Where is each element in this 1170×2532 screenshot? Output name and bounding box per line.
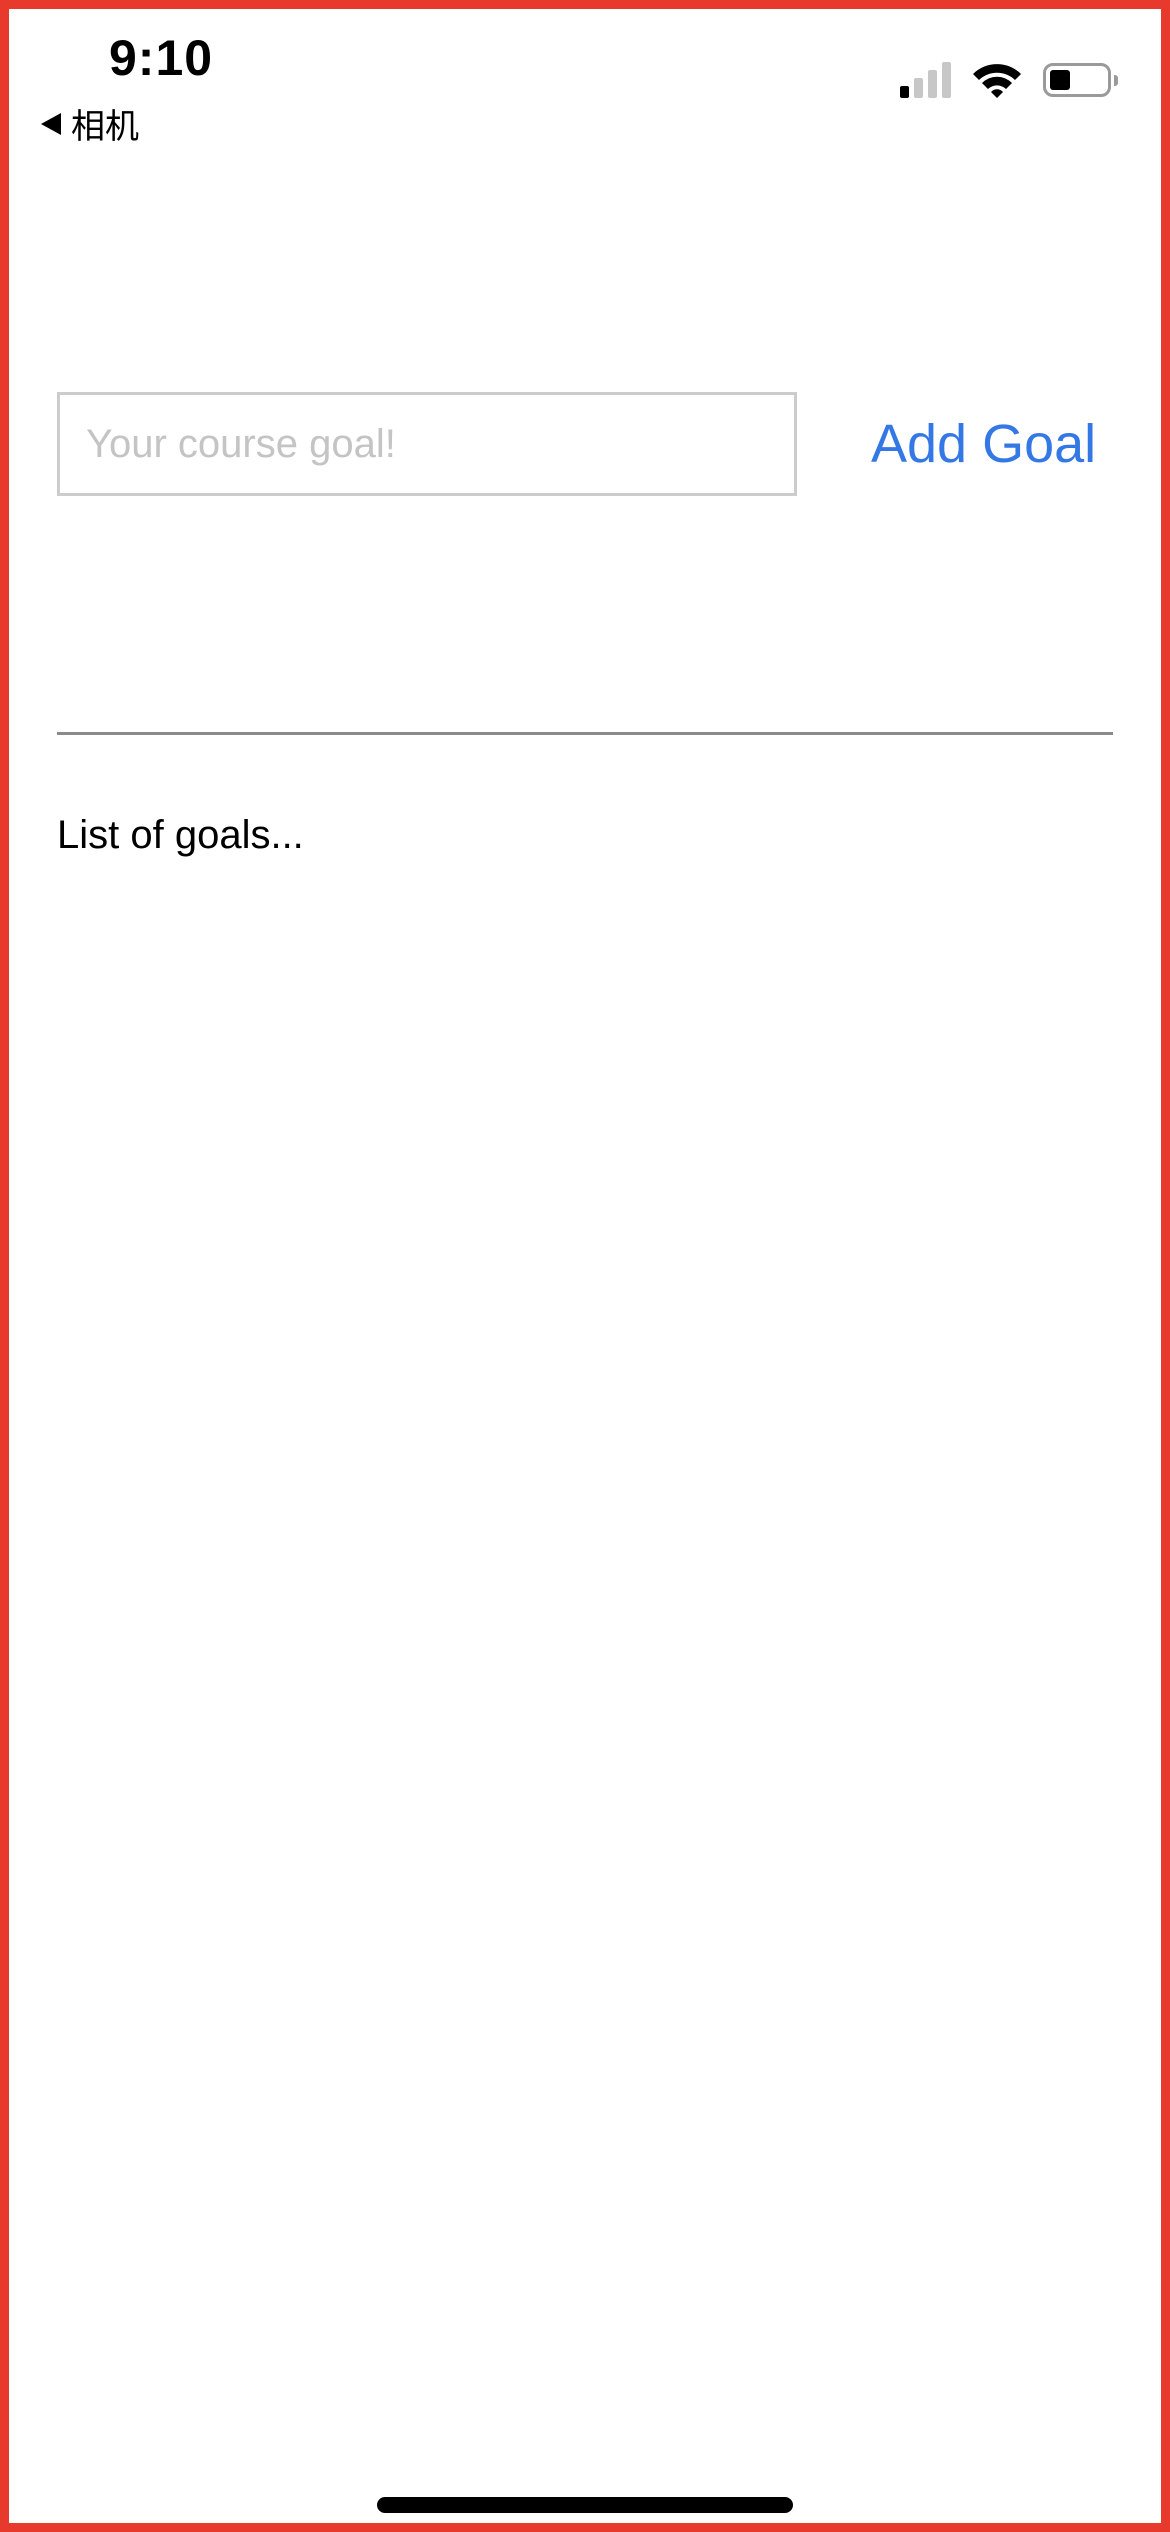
status-time: 9:10	[109, 30, 214, 86]
cellular-signal-icon	[900, 62, 951, 98]
battery-level-fill	[1050, 70, 1070, 90]
signal-bar	[900, 86, 909, 98]
wifi-icon	[973, 64, 1021, 98]
signal-bar	[914, 78, 923, 98]
course-goal-input[interactable]	[57, 392, 797, 496]
section-divider	[57, 732, 1113, 735]
back-to-app-button[interactable]: 相机	[41, 99, 139, 148]
home-indicator[interactable]	[377, 2497, 793, 2513]
status-indicators	[900, 61, 1118, 99]
goals-list-heading: List of goals...	[57, 813, 304, 857]
signal-bar	[928, 70, 937, 98]
back-to-app-label: 相机	[71, 108, 139, 146]
add-goal-button[interactable]: Add Goal	[871, 409, 1096, 479]
battery-cap	[1114, 75, 1118, 86]
app-screen: 9:10 相机 Add Goal List of goals...	[0, 0, 1170, 2532]
signal-bar	[942, 62, 951, 98]
battery-icon	[1043, 63, 1118, 97]
back-arrow-icon	[41, 112, 61, 135]
